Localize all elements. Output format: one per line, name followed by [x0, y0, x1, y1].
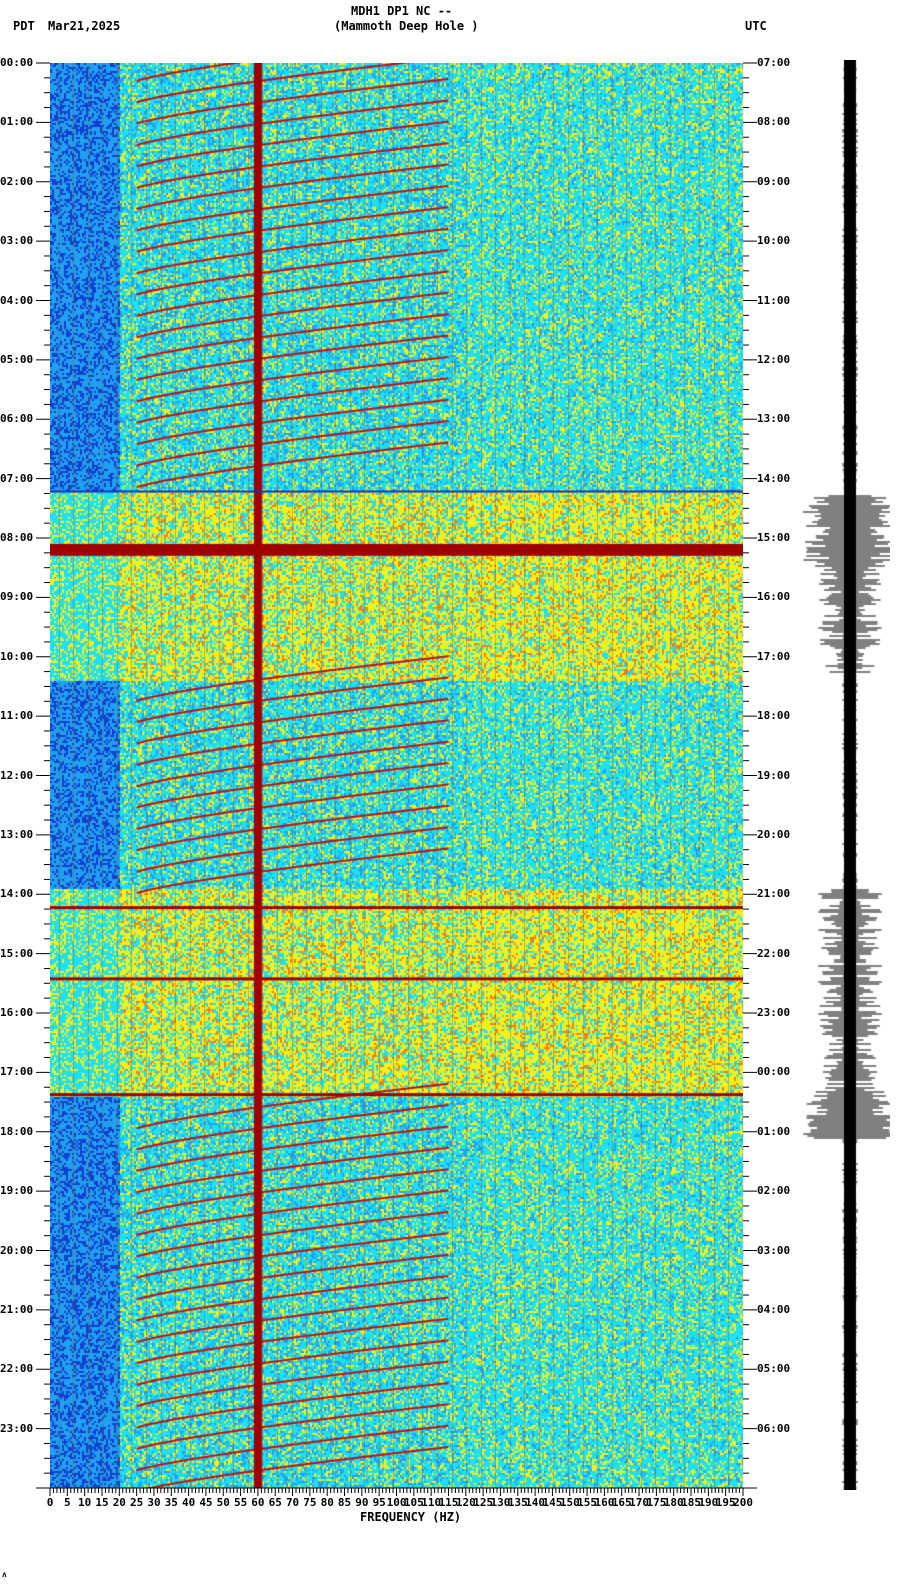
y-tick-label-right: 06:00: [757, 1421, 791, 1435]
y-tick-label-right: 09:00: [757, 174, 791, 188]
y-tick-label-right: 11:00: [757, 293, 791, 307]
y-tick-label-right: 00:00: [757, 1065, 791, 1079]
x-tick-label: 55: [233, 1496, 248, 1509]
y-tick-label-right: 07:00: [757, 56, 791, 69]
y-tick-label-left: 16:00: [0, 1006, 34, 1019]
x-tick-label: 95: [372, 1496, 386, 1509]
y-tick-label-right: 12:00: [757, 352, 791, 366]
y-tick-label-left: 13:00: [0, 827, 34, 841]
x-tick-label: 20: [112, 1496, 126, 1509]
y-tick-label-left: 22:00: [0, 1362, 34, 1376]
y-tick-label-left: 17:00: [0, 1065, 34, 1079]
y-tick-label-right: 23:00: [757, 1006, 791, 1019]
y-tick-label-right: 08:00: [757, 115, 791, 129]
y-tick-label-left: 19:00: [0, 1184, 34, 1198]
y-tick-label-left: 11:00: [0, 709, 34, 723]
y-tick-label-left: 15:00: [0, 946, 34, 960]
y-tick-label-right: 03:00: [757, 1243, 791, 1257]
x-tick-label: 45: [199, 1496, 213, 1509]
y-tick-label-left: 10:00: [0, 649, 34, 663]
y-tick-label-right: 16:00: [757, 590, 791, 604]
y-tick-label-right: 22:00: [757, 946, 791, 960]
y-tick-label-left: 12:00: [0, 768, 34, 782]
x-tick-label: 0: [46, 1496, 54, 1509]
y-tick-label-left: 20:00: [0, 1243, 34, 1257]
y-tick-label-left: 06:00: [0, 412, 34, 426]
x-tick-label: 30: [147, 1496, 161, 1509]
x-tick-label: 85: [337, 1496, 352, 1509]
y-tick-label-left: 04:00: [0, 293, 34, 307]
y-tick-label-left: 01:00: [0, 115, 34, 129]
y-tick-label-left: 07:00: [0, 471, 34, 485]
x-tick-label: 35: [164, 1496, 178, 1509]
y-tick-label-right: 05:00: [757, 1362, 791, 1376]
x-tick-label: 15: [95, 1496, 109, 1509]
x-tick-label: 10: [78, 1496, 92, 1509]
y-tick-label-right: 19:00: [757, 768, 791, 782]
y-tick-label-right: 02:00: [757, 1184, 791, 1198]
y-tick-label-left: 02:00: [0, 174, 34, 188]
y-tick-label-left: 09:00: [0, 590, 34, 604]
x-tick-label: 40: [182, 1496, 196, 1509]
y-tick-label-right: 13:00: [757, 412, 791, 426]
y-tick-label-right: 01:00: [757, 1124, 791, 1138]
x-tick-label: 90: [355, 1496, 369, 1509]
y-tick-label-right: 10:00: [757, 234, 791, 248]
y-tick-label-left: 18:00: [0, 1124, 34, 1138]
x-tick-label: 80: [320, 1496, 334, 1509]
y-tick-label-left: 00:00: [0, 56, 34, 69]
x-tick-label: 200: [733, 1496, 753, 1509]
footer-mark: ʌ: [2, 1570, 7, 1579]
y-tick-label-right: 04:00: [757, 1302, 791, 1316]
y-tick-label-right: 17:00: [757, 649, 791, 663]
x-tick-label: 75: [303, 1496, 317, 1509]
x-tick-label: 70: [285, 1496, 300, 1509]
y-tick-label-left: 21:00: [0, 1302, 34, 1316]
x-tick-label: 25: [130, 1496, 144, 1509]
y-tick-label-left: 05:00: [0, 352, 34, 366]
y-tick-label-left: 23:00: [0, 1421, 34, 1435]
x-axis-label: FREQUENCY (HZ): [360, 1510, 462, 1524]
y-tick-label-right: 21:00: [757, 887, 791, 901]
x-tick-label: 60: [251, 1496, 265, 1509]
y-tick-label-left: 08:00: [0, 531, 34, 544]
y-tick-label-right: 14:00: [757, 471, 791, 485]
x-tick-label: 5: [64, 1496, 71, 1509]
y-tick-label-right: 18:00: [757, 709, 791, 723]
x-tick-label: 65: [268, 1496, 282, 1509]
y-tick-label-left: 14:00: [0, 887, 34, 901]
x-tick-label: 50: [216, 1496, 230, 1509]
y-tick-label-right: 20:00: [757, 827, 791, 841]
y-tick-label-left: 03:00: [0, 234, 34, 248]
y-tick-label-right: 15:00: [757, 531, 791, 544]
